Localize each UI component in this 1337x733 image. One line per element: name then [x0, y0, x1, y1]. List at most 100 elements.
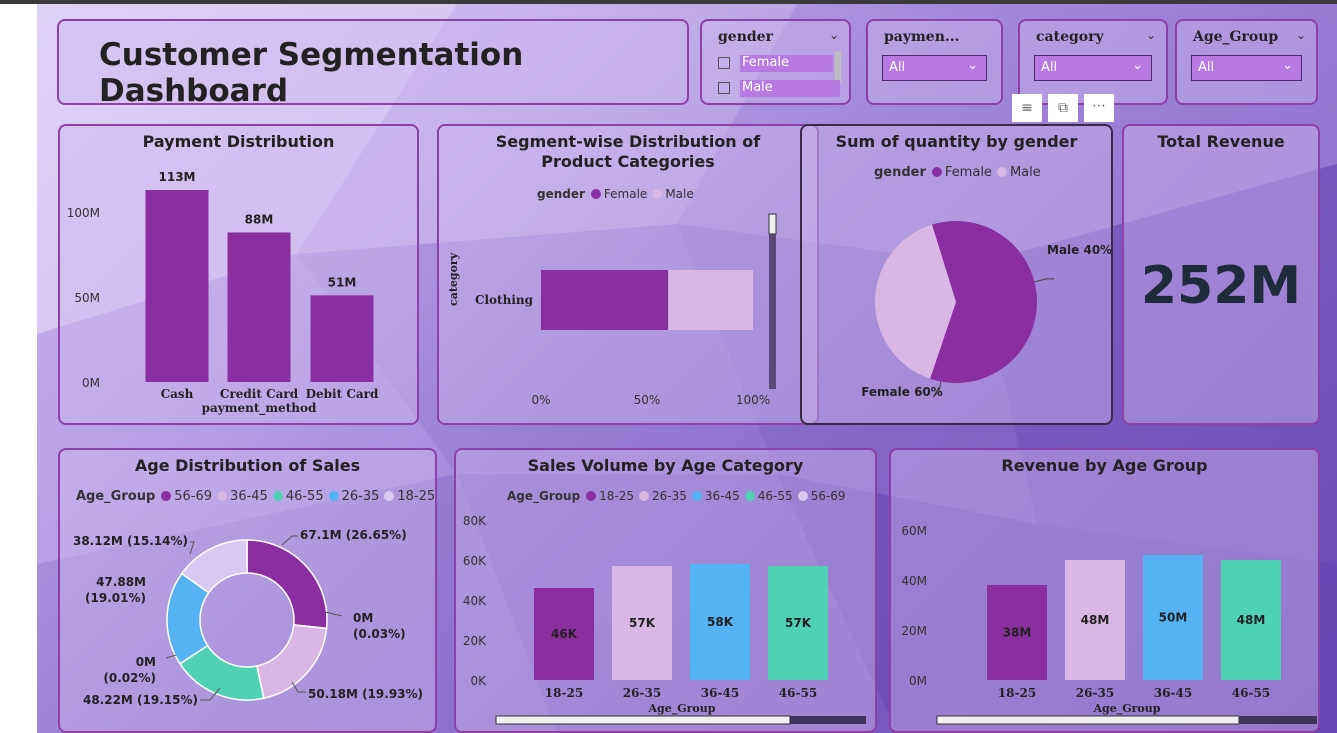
- vertical-scrollbar[interactable]: [769, 214, 776, 389]
- data-label: 57K: [629, 616, 656, 630]
- dropdown-value: All: [1041, 60, 1058, 75]
- revenue-by-age-chart: Revenue by Age Group 60M 40M 20M 0M Age_…: [889, 448, 1320, 733]
- scrollbar-thumb[interactable]: [495, 715, 791, 725]
- data-label: 51M: [328, 275, 357, 289]
- chevron-down-icon: ⌄: [1132, 58, 1143, 73]
- y-tick-label: 40K: [463, 594, 487, 608]
- payment-distribution-chart: Payment Distribution 100M 50M 0M payment…: [58, 124, 419, 425]
- chevron-down-icon[interactable]: ⌄: [1146, 28, 1156, 42]
- dashboard-window: Customer Segmentation Dashboard gender ⌄…: [0, 0, 1337, 733]
- y-tick-label: 20K: [463, 634, 487, 648]
- payment-chart-svg: 100M 50M 0M payment_method 113M Cash 88M Cr…: [67, 170, 379, 416]
- checkbox[interactable]: [718, 82, 730, 94]
- bar: [227, 232, 291, 382]
- data-label: 38M: [1003, 626, 1032, 640]
- bar-segment-female: [541, 270, 669, 330]
- filter-icon[interactable]: ≡: [1012, 94, 1042, 122]
- y-tick-label: 60M: [901, 524, 927, 538]
- x-tick-label: Cash: [161, 387, 194, 401]
- chevron-down-icon[interactable]: ⌄: [1296, 28, 1306, 42]
- data-label: 46K: [551, 627, 578, 641]
- pie-label: Female 60%: [861, 385, 943, 399]
- sales-volume-chart: Sales Volume by Age Category Age_Group 18…: [454, 448, 877, 733]
- x-tick-label: 26-35: [623, 686, 661, 700]
- checkbox[interactable]: [718, 57, 730, 69]
- sales-chart-svg: 80K 60K 40K 20K 0K Age_Group 46K 18-25 57K…: [463, 514, 866, 725]
- chevron-down-icon[interactable]: ⌄: [829, 28, 839, 42]
- donut-label: 67.1M (26.65%): [300, 528, 407, 542]
- slicer-scrollbar[interactable]: [835, 51, 841, 83]
- donut-label: (19.01%): [85, 591, 146, 605]
- x-tick-label: 26-35: [1076, 686, 1114, 700]
- title-panel: Customer Segmentation Dashboard: [57, 19, 689, 109]
- gender-slicer: gender ⌄ Female Male: [700, 19, 851, 105]
- slicer-option-female[interactable]: Female: [718, 55, 833, 73]
- slicer-option-label: Female: [740, 55, 833, 72]
- dropdown-value: All: [1198, 60, 1215, 75]
- pie-label: Male 40%: [1047, 243, 1111, 257]
- data-label: 88M: [245, 212, 274, 226]
- x-tick-label: 46-55: [779, 686, 817, 700]
- y-axis-label: category: [447, 252, 460, 306]
- leader-line: [165, 654, 177, 659]
- age-group-slicer-title: Age_Group: [1193, 29, 1279, 45]
- gender-slicer-title: gender: [718, 29, 773, 45]
- total-revenue-card: Total Revenue 252M: [1122, 124, 1320, 425]
- donut-chart-svg: 67.1M (26.65%) 0M (0.03%) 50.18M (19.93%) 48…: [73, 528, 423, 707]
- leader-line: [189, 541, 195, 555]
- donut-slice: [246, 539, 328, 630]
- data-label: 113M: [159, 170, 196, 184]
- donut-label: 48.22M (19.15%): [83, 693, 198, 707]
- scrollbar-thumb[interactable]: [936, 715, 1240, 725]
- chevron-down-icon: ⌄: [967, 58, 978, 73]
- scrollbar-thumb[interactable]: [768, 213, 777, 235]
- visual-toolbar: ≡ ⧉ ⋯: [1012, 94, 1114, 122]
- y-tick-label: 20M: [901, 624, 927, 638]
- dropdown-category[interactable]: All ⌄: [1034, 55, 1152, 81]
- y-tick-label: 40M: [901, 574, 927, 588]
- x-tick-label: 36-45: [701, 686, 739, 700]
- donut-label: (0.02%): [103, 671, 156, 685]
- x-tick-label: 50%: [634, 393, 661, 407]
- bar: [310, 295, 374, 382]
- y-tick-label: 0M: [909, 674, 927, 688]
- data-label: 58K: [707, 615, 734, 629]
- segment-chart-svg: category 0% 50% 100% Clothing: [447, 213, 777, 407]
- x-axis-label: Age_Group: [1093, 702, 1161, 716]
- bar: [145, 190, 209, 382]
- y-tick-label: 100M: [67, 206, 100, 220]
- pie-chart-svg: Female 60% Male 40%: [861, 221, 1111, 399]
- y-tick-label: Clothing: [475, 293, 534, 307]
- donut-label: 38.12M (15.14%): [73, 534, 188, 548]
- dropdown-payment[interactable]: All ⌄: [882, 55, 987, 81]
- y-tick-label: 0K: [470, 674, 487, 688]
- leader-line: [1034, 278, 1055, 283]
- x-tick-label: Debit Card: [306, 387, 379, 401]
- data-label: 48M: [1081, 613, 1110, 627]
- x-tick-label: Credit Card: [220, 387, 299, 401]
- category-slicer-title: category: [1036, 29, 1104, 45]
- donut-label: 47.88M: [96, 575, 146, 589]
- payment-slicer-title: paymen...: [884, 29, 960, 45]
- y-tick-label: 0M: [82, 376, 100, 390]
- x-tick-label: 100%: [736, 393, 770, 407]
- x-axis-label: payment_method: [202, 401, 317, 416]
- category-slicer: category ⌄ All ⌄: [1018, 19, 1168, 105]
- x-tick-label: 0%: [531, 393, 550, 407]
- revenue-chart-svg: 60M 40M 20M 0M Age_Group 38M 18-25 48M 26-3…: [901, 524, 1317, 725]
- y-tick-label: 50M: [74, 291, 100, 305]
- age-group-slicer: Age_Group ⌄ All ⌄: [1175, 19, 1318, 105]
- x-tick-label: 36-45: [1154, 686, 1192, 700]
- page-title: Customer Segmentation Dashboard: [99, 37, 524, 109]
- slicer-option-male[interactable]: Male: [718, 80, 840, 98]
- slicer-option-label: Male: [740, 80, 840, 97]
- focus-mode-icon[interactable]: ⧉: [1048, 94, 1078, 122]
- y-tick-label: 60K: [463, 554, 487, 568]
- age-distribution-chart: Age Distribution of Sales Age_Group 56-69…: [58, 448, 437, 733]
- dropdown-age-group[interactable]: All ⌄: [1191, 55, 1302, 81]
- x-axis-label: Age_Group: [648, 702, 716, 716]
- more-options-icon[interactable]: ⋯: [1084, 94, 1114, 122]
- bar-segment-male: [668, 270, 753, 330]
- x-tick-label: 18-25: [545, 686, 583, 700]
- report-canvas: Customer Segmentation Dashboard gender ⌄…: [37, 4, 1337, 733]
